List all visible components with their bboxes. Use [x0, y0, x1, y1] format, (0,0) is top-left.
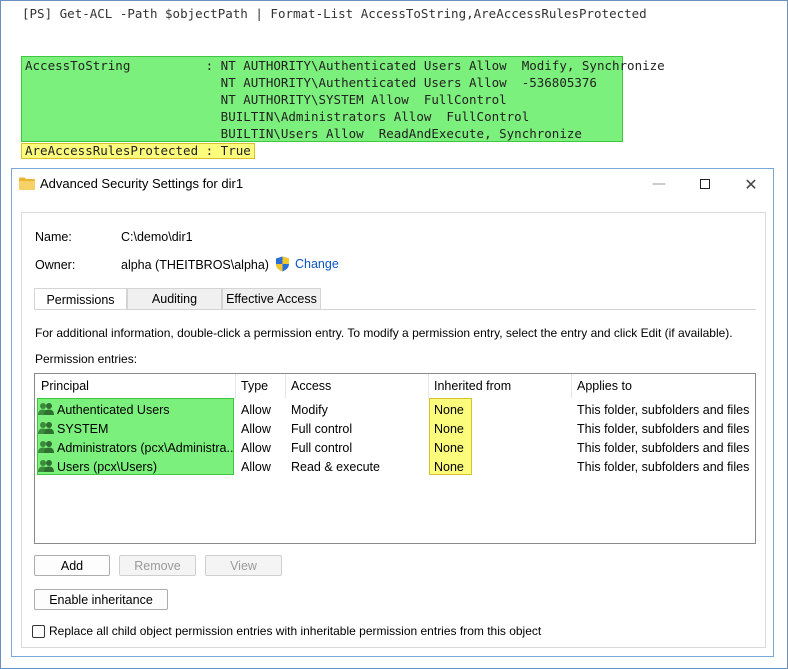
column-header-principal[interactable]: Principal: [35, 374, 235, 398]
access-cell: Read & execute: [291, 460, 380, 474]
tab-auditing[interactable]: Auditing: [127, 288, 222, 309]
acl-line: AccessToString : NT AUTHORITY\Authentica…: [25, 58, 665, 73]
type-cell: Allow: [241, 403, 271, 417]
advanced-security-settings-dialog: Advanced Security Settings for dir1 — ✕ …: [11, 168, 774, 657]
format-list-args: Format-List AccessToString,AreAccessRule…: [270, 6, 647, 21]
change-owner-link[interactable]: Change: [295, 257, 339, 271]
acl-line: NT AUTHORITY\SYSTEM Allow FullControl: [25, 92, 507, 107]
tab-divider: [34, 309, 756, 310]
inherited-cell: None: [434, 403, 464, 417]
minimize-icon: —: [652, 176, 666, 192]
name-label: Name:: [35, 230, 72, 244]
tab-strip: Permissions Auditing Effective Access: [34, 288, 756, 310]
replace-child-permissions-checkbox[interactable]: [32, 625, 45, 638]
maximize-button[interactable]: [682, 169, 728, 199]
permission-entries-list[interactable]: Principal Type Access Inherited from App…: [34, 373, 756, 544]
principal-cell: SYSTEM: [57, 422, 109, 436]
acl-line: BUILTIN\Users Allow ReadAndExecute, Sync…: [25, 126, 582, 141]
ps-prompt: [PS]: [22, 6, 53, 21]
folder-icon: [19, 177, 35, 190]
replace-child-permissions-label[interactable]: Replace all child object permission entr…: [49, 624, 541, 638]
column-header-type[interactable]: Type: [235, 374, 285, 398]
tab-effective-access[interactable]: Effective Access: [222, 288, 321, 309]
access-to-string-block: AccessToString : NT AUTHORITY\Authentica…: [21, 56, 665, 142]
view-button[interactable]: View: [205, 555, 282, 576]
applies-cell: This folder, subfolders and files: [577, 441, 750, 455]
users-group-icon: [38, 422, 54, 434]
cmdlet: Get-ACL: [59, 6, 113, 21]
inherited-cell: None: [434, 460, 464, 474]
enable-inheritance-button[interactable]: Enable inheritance: [34, 589, 168, 610]
remove-button[interactable]: Remove: [119, 555, 196, 576]
acl-line: BUILTIN\Administrators Allow FullControl: [25, 109, 530, 124]
type-cell: Allow: [241, 460, 271, 474]
users-group-icon: [38, 441, 54, 453]
dialog-content: Name: C:\demo\dir1 Owner: alpha (THEITBR…: [21, 212, 766, 648]
owner-label: Owner:: [35, 258, 76, 272]
permission-entries-label: Permission entries:: [35, 352, 138, 366]
minimize-button[interactable]: —: [636, 169, 682, 199]
close-button[interactable]: ✕: [728, 169, 774, 199]
access-cell: Full control: [291, 441, 353, 455]
principal-cell: Administrators (pcx\Administra...: [57, 441, 233, 455]
maximize-icon: [700, 179, 710, 189]
inherited-cell: None: [434, 441, 464, 455]
inherited-cell: None: [434, 422, 464, 436]
principal-cell: Authenticated Users: [57, 403, 170, 417]
applies-cell: This folder, subfolders and files: [577, 403, 750, 417]
pipe-symbol: |: [255, 6, 263, 21]
column-header-access[interactable]: Access: [285, 374, 428, 398]
type-cell: Allow: [241, 422, 271, 436]
uac-shield-icon: [276, 256, 289, 272]
tab-permissions[interactable]: Permissions: [34, 288, 127, 310]
principal-cell: Users (pcx\Users): [57, 460, 158, 474]
powershell-command: [PS] Get-ACL -Path $objectPath | Format-…: [22, 6, 647, 21]
path-param: -Path: [119, 6, 158, 21]
path-variable: $objectPath: [165, 6, 248, 21]
acl-line: NT AUTHORITY\Authenticated Users Allow -…: [25, 75, 597, 90]
users-group-icon: [38, 460, 54, 472]
column-header-inherited-from[interactable]: Inherited from: [428, 374, 571, 398]
dialog-title: Advanced Security Settings for dir1: [40, 176, 244, 191]
owner-value: alpha (THEITBROS\alpha): [121, 258, 269, 272]
title-bar[interactable]: Advanced Security Settings for dir1 — ✕: [12, 169, 773, 199]
name-value[interactable]: C:\demo\dir1: [121, 230, 193, 244]
users-group-icon: [38, 403, 54, 415]
type-cell: Allow: [241, 441, 271, 455]
are-access-rules-protected-line: AreAccessRulesProtected : True: [21, 143, 255, 159]
info-text: For additional information, double-click…: [35, 326, 733, 340]
access-cell: Full control: [291, 422, 353, 436]
close-icon: ✕: [744, 174, 758, 194]
applies-cell: This folder, subfolders and files: [577, 460, 750, 474]
access-cell: Modify: [291, 403, 328, 417]
applies-cell: This folder, subfolders and files: [577, 422, 750, 436]
column-header-applies-to[interactable]: Applies to: [571, 374, 751, 398]
add-button[interactable]: Add: [34, 555, 110, 576]
